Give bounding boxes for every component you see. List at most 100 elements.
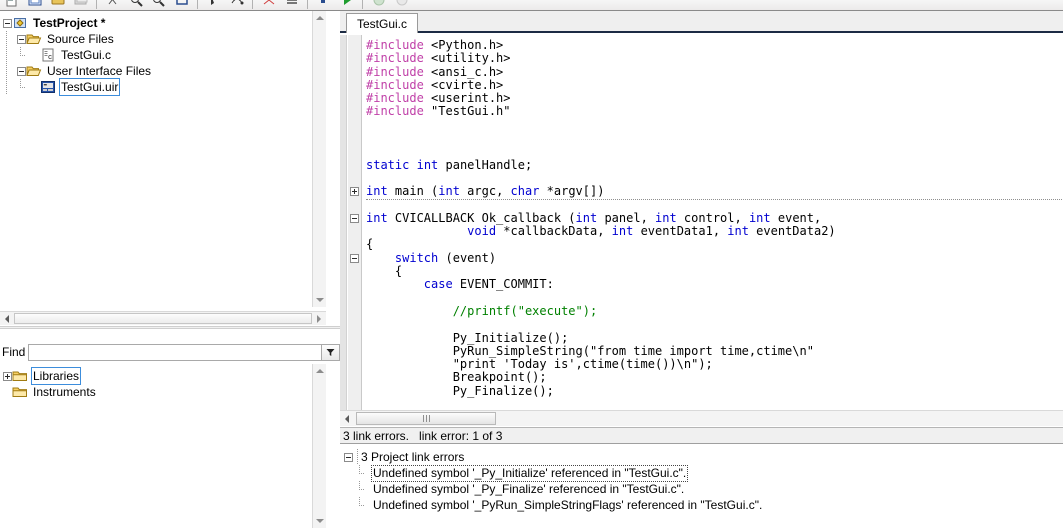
library-tree-item-label[interactable]: Libraries: [31, 367, 82, 385]
cut-icon[interactable]: [102, 0, 123, 10]
code-line[interactable]: PyRun_SimpleString("from time import tim…: [364, 344, 1063, 358]
code-line[interactable]: [364, 119, 1063, 132]
library-tree[interactable]: Libraries Instruments: [0, 364, 326, 400]
project-tree-item-row[interactable]: User Interface Files: [2, 63, 326, 79]
save-file-icon[interactable]: [47, 0, 68, 10]
fold-collapse-icon[interactable]: [350, 213, 359, 223]
code-line[interactable]: "print 'Today is',ctime(time())\n");: [364, 357, 1063, 371]
project-tree-item-row[interactable]: TestGui.uir: [2, 78, 326, 96]
library-tree-item-row[interactable]: Instruments: [2, 384, 326, 400]
scroll-up-arrow[interactable]: [313, 11, 326, 25]
project-tree-item-row[interactable]: TestProject *: [2, 15, 326, 31]
project-tree-item-row[interactable]: c TestGui.c: [2, 47, 326, 63]
scroll-left-arrow[interactable]: [0, 312, 14, 325]
scroll-left-arrow[interactable]: [340, 411, 354, 426]
code-line[interactable]: [364, 292, 1063, 305]
tree-expander[interactable]: [16, 63, 26, 79]
library-tree-vscrollbar[interactable]: [312, 364, 326, 528]
run-icon[interactable]: [336, 0, 357, 10]
save-all-icon[interactable]: [70, 0, 91, 10]
find-icon[interactable]: [125, 0, 146, 10]
expand-plus-icon[interactable]: [2, 371, 12, 381]
code-line[interactable]: #include <cvirte.h>: [364, 78, 1063, 92]
code-line[interactable]: [364, 132, 1063, 145]
error-message[interactable]: Undefined symbol '_Py_Initialize' refere…: [371, 464, 689, 482]
error-list[interactable]: 3 Project link errors Undefined symbol '_…: [340, 445, 1063, 513]
code-line[interactable]: #include <Python.h>: [364, 38, 1063, 52]
open-file-icon[interactable]: [24, 0, 45, 10]
collapse-minus-icon[interactable]: [16, 66, 26, 76]
project-tree[interactable]: TestProject * Source Files c TestGui.c User …: [0, 11, 326, 96]
project-tree-item-label[interactable]: TestProject *: [31, 15, 107, 31]
code-line[interactable]: [364, 172, 1063, 185]
code-line[interactable]: //printf("execute");: [364, 304, 1063, 318]
editor-fold-margin[interactable]: [348, 35, 362, 410]
collapsed-fold-line[interactable]: int main (int argc, char *argv[]): [366, 185, 1063, 200]
pane-divider[interactable]: [0, 326, 340, 329]
code-line[interactable]: case EVENT_COMMIT:: [364, 278, 1063, 291]
code-line[interactable]: #include <utility.h>: [364, 52, 1063, 65]
new-file-icon[interactable]: [1, 0, 22, 10]
error-message[interactable]: Undefined symbol '_Py_Finalize' referenc…: [371, 482, 686, 497]
project-tree-hscrollbar[interactable]: [0, 311, 326, 325]
project-tree-vscrollbar[interactable]: [312, 11, 326, 307]
scroll-down-arrow[interactable]: [313, 293, 326, 307]
editor-code-area[interactable]: #include <Python.h> #include <utility.h> #…: [364, 35, 1063, 410]
error-row[interactable]: Undefined symbol '_Py_Finalize' referenc…: [343, 481, 1063, 497]
library-tree-item-label[interactable]: Instruments: [31, 384, 98, 400]
scroll-up-arrow[interactable]: [313, 364, 326, 378]
project-tree-panel[interactable]: TestProject * Source Files c TestGui.c User …: [0, 11, 326, 307]
hscroll-thumb[interactable]: [356, 412, 496, 425]
code-line[interactable]: Py_Finalize();: [364, 384, 1063, 398]
tab-testgui-c[interactable]: TestGui.c: [346, 13, 419, 33]
code-line[interactable]: static int panelHandle;: [364, 158, 1063, 172]
collapse-minus-icon[interactable]: [16, 34, 26, 44]
editor-hscrollbar[interactable]: [340, 410, 1063, 426]
zoom-icon[interactable]: [171, 0, 192, 10]
code-line[interactable]: #include <userint.h>: [364, 92, 1063, 105]
code-line[interactable]: [364, 318, 1063, 331]
stop-icon[interactable]: [368, 0, 389, 10]
code-line[interactable]: int CVICALLBACK Ok_callback (int panel, …: [364, 211, 1063, 225]
debug-run-icon[interactable]: [203, 0, 224, 10]
code-line[interactable]: {: [364, 264, 1063, 278]
project-tree-item-label[interactable]: TestGui.c: [59, 47, 113, 63]
collapse-minus-icon[interactable]: [343, 452, 353, 462]
scroll-right-arrow[interactable]: [312, 312, 326, 325]
code-line[interactable]: switch (event): [364, 251, 1063, 265]
library-tree-item-row[interactable]: Libraries: [2, 367, 326, 385]
library-tree-panel[interactable]: Libraries Instruments: [0, 364, 326, 528]
scroll-down-arrow[interactable]: [313, 514, 326, 528]
code-line[interactable]: int main (int argc, char *argv[]): [364, 185, 1063, 200]
project-tree-item-label[interactable]: User Interface Files: [45, 63, 153, 79]
build-errors-panel[interactable]: 3 Project link errors Undefined symbol '_…: [340, 445, 1063, 517]
error-row[interactable]: Undefined symbol '_PyRun_SimpleStringFla…: [343, 497, 1063, 513]
tree-expander[interactable]: [16, 31, 26, 47]
compile-icon[interactable]: [313, 0, 334, 10]
error-group-row[interactable]: 3 Project link errors: [343, 449, 1063, 465]
project-tree-item-label[interactable]: TestGui.uir: [59, 78, 121, 96]
code-line[interactable]: [364, 199, 1063, 212]
error-message[interactable]: Undefined symbol '_PyRun_SimpleStringFla…: [371, 498, 764, 513]
tree-expander[interactable]: [343, 449, 353, 465]
code-line[interactable]: #include <ansi_c.h>: [364, 65, 1063, 79]
find-next-icon[interactable]: [148, 0, 169, 10]
code-line[interactable]: Py_Initialize();: [364, 331, 1063, 345]
step-over-icon[interactable]: [226, 0, 247, 10]
fold-expand-icon[interactable]: [350, 187, 359, 197]
code-line[interactable]: #include "TestGui.h": [364, 105, 1063, 118]
hscroll-thumb[interactable]: [14, 313, 312, 324]
code-line[interactable]: Breakpoint();: [364, 371, 1063, 384]
tree-expander[interactable]: [2, 15, 12, 31]
error-row[interactable]: Undefined symbol '_Py_Initialize' refere…: [343, 464, 1063, 482]
breakpoint-icon[interactable]: [281, 0, 302, 10]
filter-dropdown-button[interactable]: [322, 343, 340, 361]
project-tree-item-label[interactable]: Source Files: [45, 31, 116, 47]
error-group-label[interactable]: 3 Project link errors: [359, 450, 466, 465]
pause-icon[interactable]: [391, 0, 412, 10]
search-input[interactable]: [28, 343, 322, 361]
project-tree-item-row[interactable]: Source Files: [2, 31, 326, 47]
step-into-icon[interactable]: [258, 0, 279, 10]
code-line[interactable]: void *callbackData, int eventData1, int …: [364, 225, 1063, 238]
fold-collapse-icon[interactable]: [350, 253, 359, 263]
